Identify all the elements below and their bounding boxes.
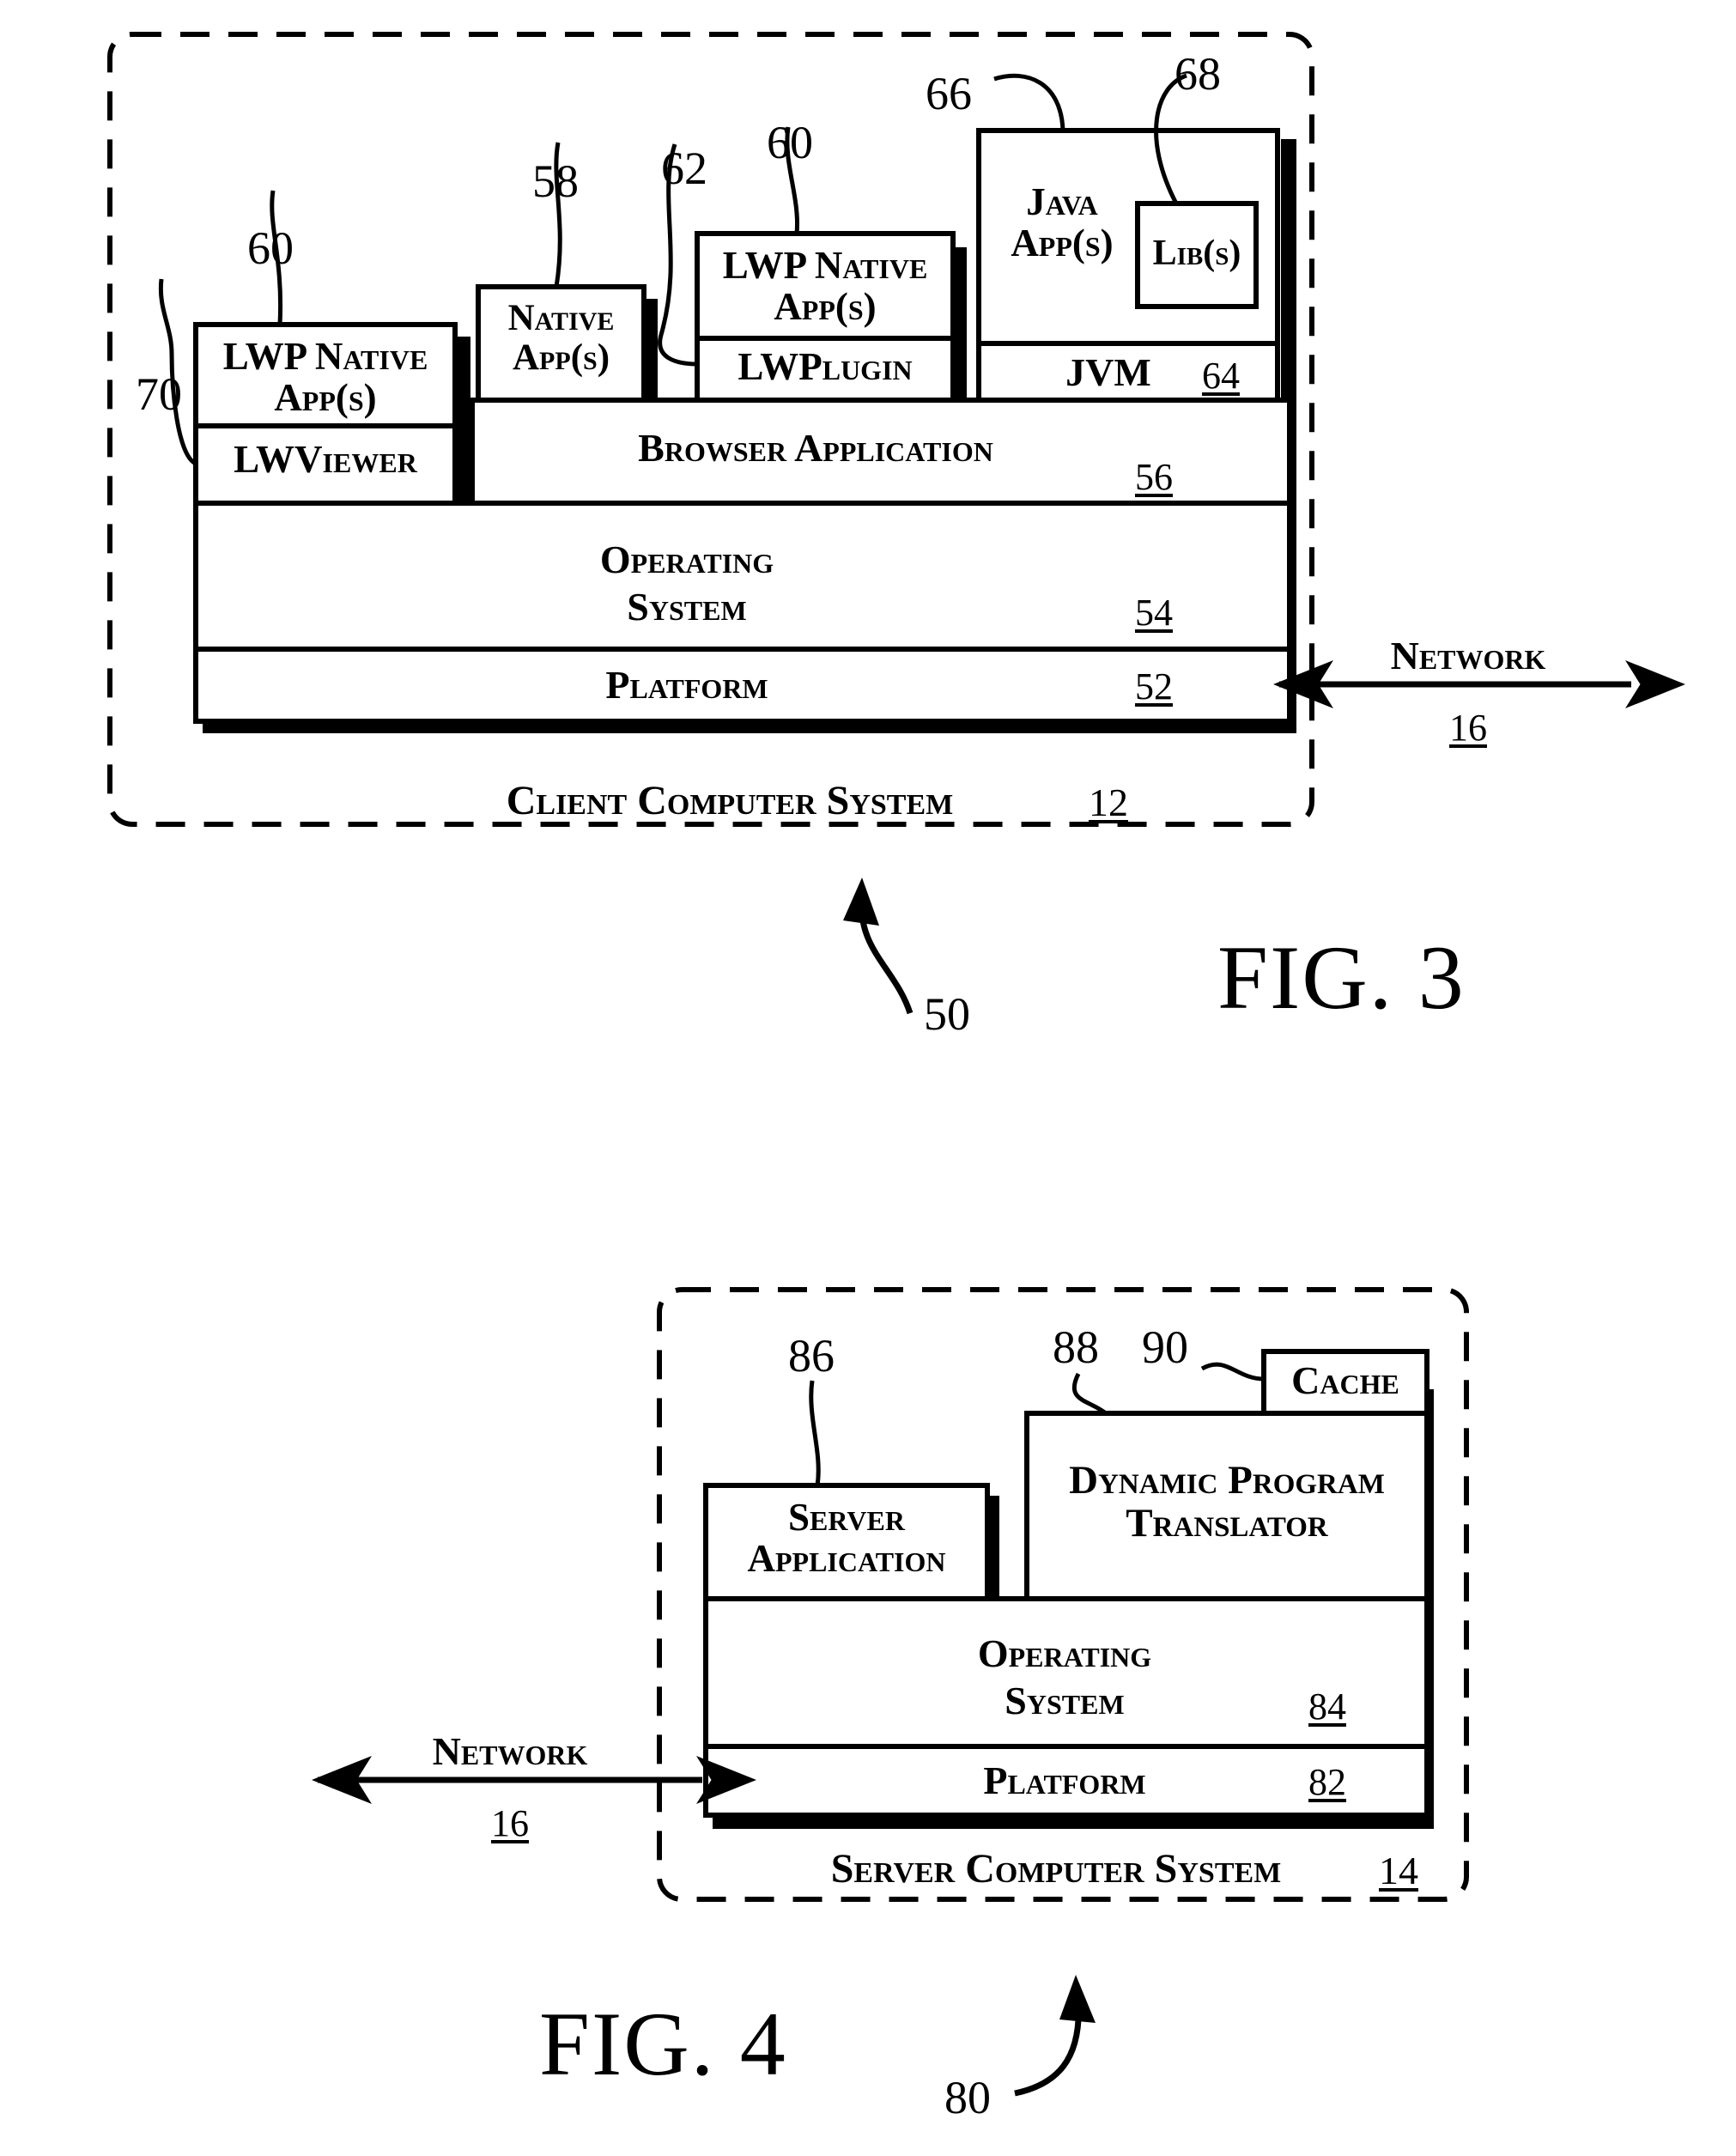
- fig3-platform-ref: 52: [1135, 665, 1173, 708]
- fig3-libs-label: Lib(s): [1152, 234, 1241, 273]
- fig4-ref-88: 88: [1053, 1321, 1099, 1373]
- fig3-lwviewer-label: LWViewer: [234, 438, 417, 481]
- fig3-system-arrowhead-50: [843, 878, 879, 926]
- fig3-ref-62: 62: [661, 143, 707, 194]
- fig3-system-leader-50: [859, 901, 914, 1015]
- fig3-system-ref-50: 50: [924, 988, 970, 1040]
- fig4-system-leader-80: [1014, 2000, 1082, 2097]
- fig3-enclosure-caption: Client Computer System: [506, 778, 954, 823]
- fig3-ref-68: 68: [1175, 48, 1221, 100]
- fig3-lwp-native-app-mid-label: LWP Native App(s): [722, 244, 928, 328]
- fig3-figure-label: FIG. 3: [1217, 927, 1466, 1028]
- fig3-ref-60-left: 60: [247, 222, 294, 274]
- fig4-system-arrowhead-80: [1059, 1975, 1096, 2023]
- fig3-ref-60-mid: 60: [767, 117, 813, 168]
- fig3-java-app-label: Java App(s): [1011, 180, 1114, 264]
- fig4-system-ref-80: 80: [944, 2072, 991, 2123]
- fig3-ref-58: 58: [532, 155, 579, 207]
- fig3-ref-66: 66: [926, 68, 972, 119]
- fig4-enclosure-ref: 14: [1379, 1849, 1418, 1892]
- fig3-operating-system-ref: 54: [1135, 592, 1173, 634]
- fig4-ref-90: 90: [1142, 1321, 1188, 1373]
- fig4-dpt-label: Dynamic Program Translator: [1069, 1458, 1385, 1546]
- fig4-platform-ref: 82: [1308, 1761, 1346, 1803]
- fig4-platform-label: Platform: [983, 1758, 1146, 1802]
- fig3-enclosure-ref: 12: [1089, 780, 1128, 824]
- fig4-cache-label: Cache: [1291, 1358, 1399, 1402]
- fig3-network-label: Network: [1390, 634, 1546, 677]
- fig4-figure-label: FIG. 4: [539, 1994, 787, 2094]
- fig3-network-ref: 16: [1449, 707, 1487, 749]
- fig3-jvm-label: JVM: [1065, 350, 1151, 394]
- fig4-enclosure-caption: Server Computer System: [830, 1846, 1282, 1892]
- fig3-operating-system-label: Operating System: [599, 537, 774, 629]
- fig3-lwp-native-app-left-label: LWP Native App(s): [222, 335, 428, 419]
- fig4-operating-system-label: Operating System: [977, 1631, 1152, 1723]
- fig3-ref-70: 70: [136, 368, 182, 420]
- patent-figure-sheet: LWP Native App(s) LWViewer Native App(s)…: [0, 0, 1736, 2156]
- fig4-network-ref: 16: [491, 1802, 529, 1844]
- fig4-leader-88: [1071, 1372, 1108, 1416]
- fig3-jvm-ref: 64: [1202, 355, 1240, 397]
- fig4-leader-86: [809, 1380, 821, 1486]
- fig4-leader-90: [1200, 1362, 1265, 1382]
- fig4-network-label: Network: [432, 1729, 588, 1773]
- fig3-leader-66: [993, 73, 1065, 131]
- fig3-browser-application-label: Browser Application: [638, 426, 993, 470]
- fig3-platform-label: Platform: [605, 663, 768, 707]
- fig4-ref-86: 86: [788, 1330, 835, 1382]
- fig3-browser-application-ref: 56: [1135, 456, 1173, 498]
- fig3-lwplugin-label: LWPlugin: [737, 345, 913, 388]
- fig3-native-app-label: Native App(s): [507, 298, 615, 378]
- fig4-operating-system-ref: 84: [1308, 1685, 1346, 1728]
- fig4-server-application-label: Server Application: [747, 1496, 946, 1580]
